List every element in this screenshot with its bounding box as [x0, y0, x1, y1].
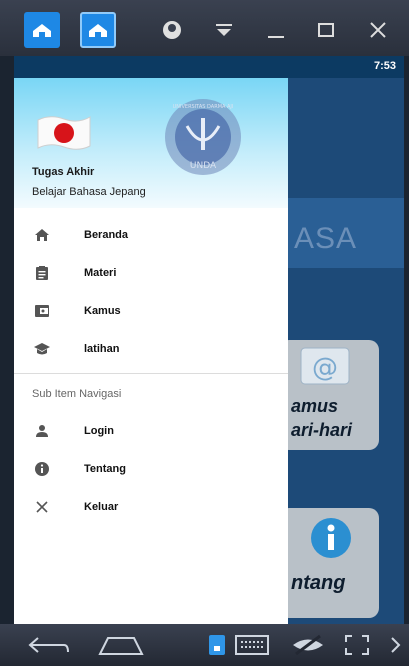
app-tab-button[interactable] — [80, 12, 116, 48]
dropdown-icon[interactable] — [212, 18, 236, 42]
status-time: 7:53 — [373, 60, 396, 72]
house-icon — [33, 24, 51, 37]
close-window-icon[interactable] — [366, 18, 390, 42]
menu-item-tentang[interactable]: Tentang — [14, 450, 288, 488]
card-text: ntang — [291, 572, 346, 594]
fullscreen-icon[interactable] — [342, 632, 372, 658]
navigation-drawer: UNDA UNIVERSITAS DARMA AJI Tugas Akhir B… — [14, 78, 288, 624]
menu-item-latihan[interactable]: latihan — [14, 330, 288, 368]
home-icon — [35, 229, 49, 241]
info-icon — [35, 462, 49, 476]
house-icon — [89, 24, 107, 37]
maximize-icon[interactable] — [314, 18, 338, 42]
university-logo: UNDA UNIVERSITAS DARMA AJI — [165, 99, 241, 175]
tentang-card[interactable]: ntang — [279, 508, 379, 618]
device-screen: 7:53 ASA @ amus ari-hari ntang UNDA UNIV… — [14, 56, 404, 624]
menu-label: Beranda — [84, 229, 129, 241]
menu-label: Tentang — [84, 463, 126, 475]
clipboard-icon — [36, 266, 48, 280]
status-bar: 7:53 — [14, 56, 404, 78]
banner-text: ASA — [294, 222, 358, 255]
kamus-card[interactable]: @ amus ari-hari — [279, 340, 379, 450]
account-icon[interactable] — [160, 18, 184, 42]
menu-label: Kamus — [84, 305, 121, 317]
section-title: Sub Item Navigasi — [32, 388, 122, 400]
card-text: amus — [291, 396, 339, 416]
chevron-right-icon[interactable] — [388, 632, 404, 658]
svg-text:@: @ — [312, 353, 338, 383]
school-icon — [34, 343, 50, 355]
menu-item-beranda[interactable]: Beranda — [14, 216, 288, 254]
phone-mode-icon[interactable] — [206, 632, 228, 658]
info-icon — [311, 518, 351, 558]
keyboard-icon[interactable] — [234, 632, 270, 658]
logo-short: UNDA — [190, 161, 217, 171]
card-text: ari-hari — [291, 420, 353, 440]
divider — [14, 373, 288, 374]
menu-label: Keluar — [84, 501, 119, 513]
drawer-subtitle: Belajar Bahasa Jepang — [32, 186, 146, 198]
menu-item-keluar[interactable]: Keluar — [14, 488, 288, 526]
visibility-off-icon[interactable] — [290, 632, 326, 658]
close-icon — [36, 501, 48, 513]
email-icon: @ — [300, 347, 350, 385]
menu-item-kamus[interactable]: Kamus — [14, 292, 288, 330]
menu-label: Materi — [84, 267, 117, 279]
menu-label: latihan — [84, 343, 120, 355]
emulator-nav-bar — [0, 624, 409, 666]
app-banner: ASA — [288, 198, 404, 268]
person-icon — [36, 425, 48, 437]
back-icon[interactable] — [26, 632, 72, 658]
minimize-icon[interactable] — [264, 18, 288, 42]
menu-item-login[interactable]: Login — [14, 412, 288, 450]
home-tab-button[interactable] — [24, 12, 60, 48]
logo-text: UNIVERSITAS DARMA AJI — [173, 104, 234, 110]
emulator-toolbar — [0, 0, 409, 56]
menu-item-materi[interactable]: Materi — [14, 254, 288, 292]
drawer-title: Tugas Akhir — [32, 166, 95, 178]
drawer-header: UNDA UNIVERSITAS DARMA AJI Tugas Akhir B… — [14, 78, 288, 208]
japan-flag-icon — [37, 116, 91, 150]
wallet-icon — [35, 305, 49, 317]
menu-label: Login — [84, 425, 114, 437]
home-nav-icon[interactable] — [96, 632, 146, 658]
